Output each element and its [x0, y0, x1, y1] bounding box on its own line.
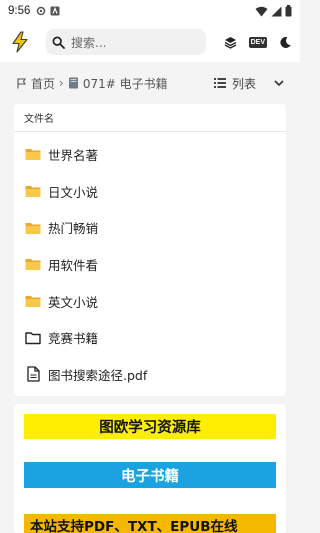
list-item[interactable]: 图书搜索途径.pdf: [14, 356, 286, 393]
column-header-filename[interactable]: 文件名: [14, 104, 286, 132]
signal-icon: [271, 6, 282, 16]
folder-yellow-icon: [24, 183, 42, 199]
search-placeholder: 搜索...: [71, 35, 107, 50]
dev-tools-button[interactable]: DEV: [248, 36, 267, 48]
flag-icon: [17, 77, 26, 88]
list-item-label: 英文小说: [48, 294, 99, 310]
folder-outline-icon: [24, 330, 42, 346]
list-item-label: 日文小说: [48, 184, 99, 200]
list-item-label: 用软件看: [48, 257, 99, 273]
breadcrumb-home-label: 首页: [31, 76, 56, 91]
app-logo[interactable]: [8, 30, 32, 54]
layers-icon[interactable]: [224, 36, 237, 49]
list-item[interactable]: 热门畅销: [14, 209, 286, 246]
list-item-label: 热门畅销: [48, 221, 99, 237]
top-app-bar: 搜索... DEV: [0, 22, 300, 62]
file-list: 文件名 世界名著 日文小说 热门畅销 用软件看 英文小说 竞赛书籍 图书搜索途径…: [14, 104, 286, 396]
promo-banner[interactable]: 图欧学习资源库: [24, 414, 276, 439]
promo-panel: 图欧学习资源库 电子书籍 本站支持PDF、TXT、EPUB在线: [14, 404, 286, 533]
breadcrumb: 首页 › 071# 电子书籍 列表: [0, 66, 300, 100]
folder-yellow-icon: [24, 293, 42, 309]
dark-mode-icon[interactable]: [279, 36, 292, 49]
breadcrumb-home[interactable]: 首页: [16, 75, 55, 92]
chevron-down-icon: [274, 80, 284, 87]
battery-icon: [285, 5, 292, 17]
lightning-icon: [12, 31, 28, 53]
list-item-label: 竞赛书籍: [48, 331, 99, 347]
list-item[interactable]: 用软件看: [14, 246, 286, 283]
list-item[interactable]: 竞赛书籍: [14, 319, 286, 356]
status-notifications: [36, 6, 60, 16]
breadcrumb-current[interactable]: 071# 电子书籍: [68, 75, 168, 92]
view-mode-dropdown[interactable]: 列表: [213, 75, 284, 92]
list-item[interactable]: 日文小说: [14, 173, 286, 210]
status-indicators: [255, 5, 292, 17]
list-item-label: 图书搜索途径.pdf: [48, 367, 148, 383]
list-item[interactable]: 英文小说: [14, 283, 286, 320]
list-item-label: 世界名著: [48, 147, 99, 163]
list-view-icon: [213, 78, 226, 88]
search-input[interactable]: 搜索...: [46, 29, 206, 55]
breadcrumb-separator: ›: [59, 76, 64, 90]
book-icon: [68, 77, 78, 89]
status-time: 9:56: [8, 5, 31, 17]
app-notification-icon: [50, 6, 60, 16]
promo-banner[interactable]: 电子书籍: [24, 462, 276, 488]
folder-yellow-icon: [24, 220, 42, 236]
file-icon: [24, 366, 42, 383]
wifi-icon: [255, 6, 268, 16]
folder-yellow-icon: [24, 256, 42, 272]
status-bar: 9:56: [0, 0, 300, 22]
folder-yellow-icon: [24, 146, 42, 162]
breadcrumb-current-label: 071# 电子书籍: [82, 76, 168, 91]
view-mode-label: 列表: [231, 76, 256, 91]
list-item[interactable]: 世界名著: [14, 136, 286, 173]
promo-banner[interactable]: 本站支持PDF、TXT、EPUB在线: [24, 514, 276, 533]
top-actions: DEV: [224, 36, 292, 49]
search-icon: [52, 36, 65, 49]
settings-notification-icon: [37, 6, 46, 16]
